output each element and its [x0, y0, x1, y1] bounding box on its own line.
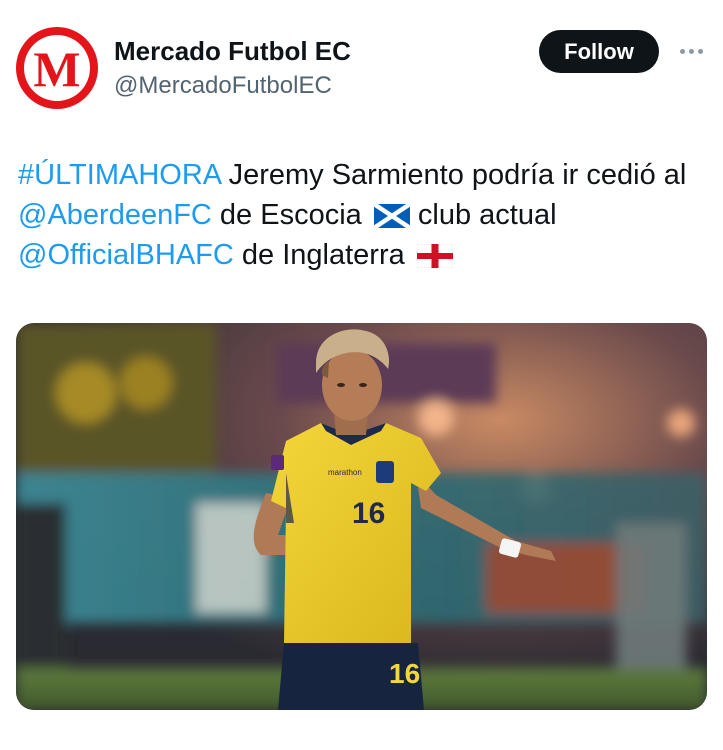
avatar[interactable]: M [16, 27, 98, 109]
player-photo: 16 16 marathon [16, 323, 707, 710]
svg-text:16: 16 [352, 497, 385, 530]
mention-brighton[interactable]: @OfficialBHAFC [18, 239, 234, 271]
avatar-logo: M [24, 35, 90, 101]
england-flag-icon [416, 244, 453, 269]
tweet-text-part: de Inglaterra [233, 239, 413, 271]
scotland-flag-icon [373, 204, 410, 229]
hashtag-link[interactable]: #ÚLTIMAHORA [18, 159, 221, 191]
avatar-letter: M [33, 41, 81, 97]
more-horizontal-icon[interactable] [675, 37, 707, 65]
shirt-sponsor: marathon [328, 468, 362, 477]
mention-aberdeen[interactable]: @AberdeenFC [18, 199, 212, 231]
tweet-text-part: Jeremy Sarmiento podría ir cedió al [220, 159, 687, 191]
tweet-text: #ÚLTIMAHORA Jeremy Sarmiento podría ir c… [18, 155, 708, 275]
tweet-photo[interactable]: 16 16 marathon [16, 323, 707, 710]
follow-button[interactable]: Follow [539, 30, 659, 73]
author-handle[interactable]: @MercadoFutbolEC [114, 72, 332, 100]
tweet-text-part: de Escocia [211, 199, 370, 231]
tweet-text-part: club actual [409, 199, 557, 231]
svg-text:16: 16 [389, 658, 420, 689]
author-display-name[interactable]: Mercado Futbol EC [114, 36, 351, 67]
